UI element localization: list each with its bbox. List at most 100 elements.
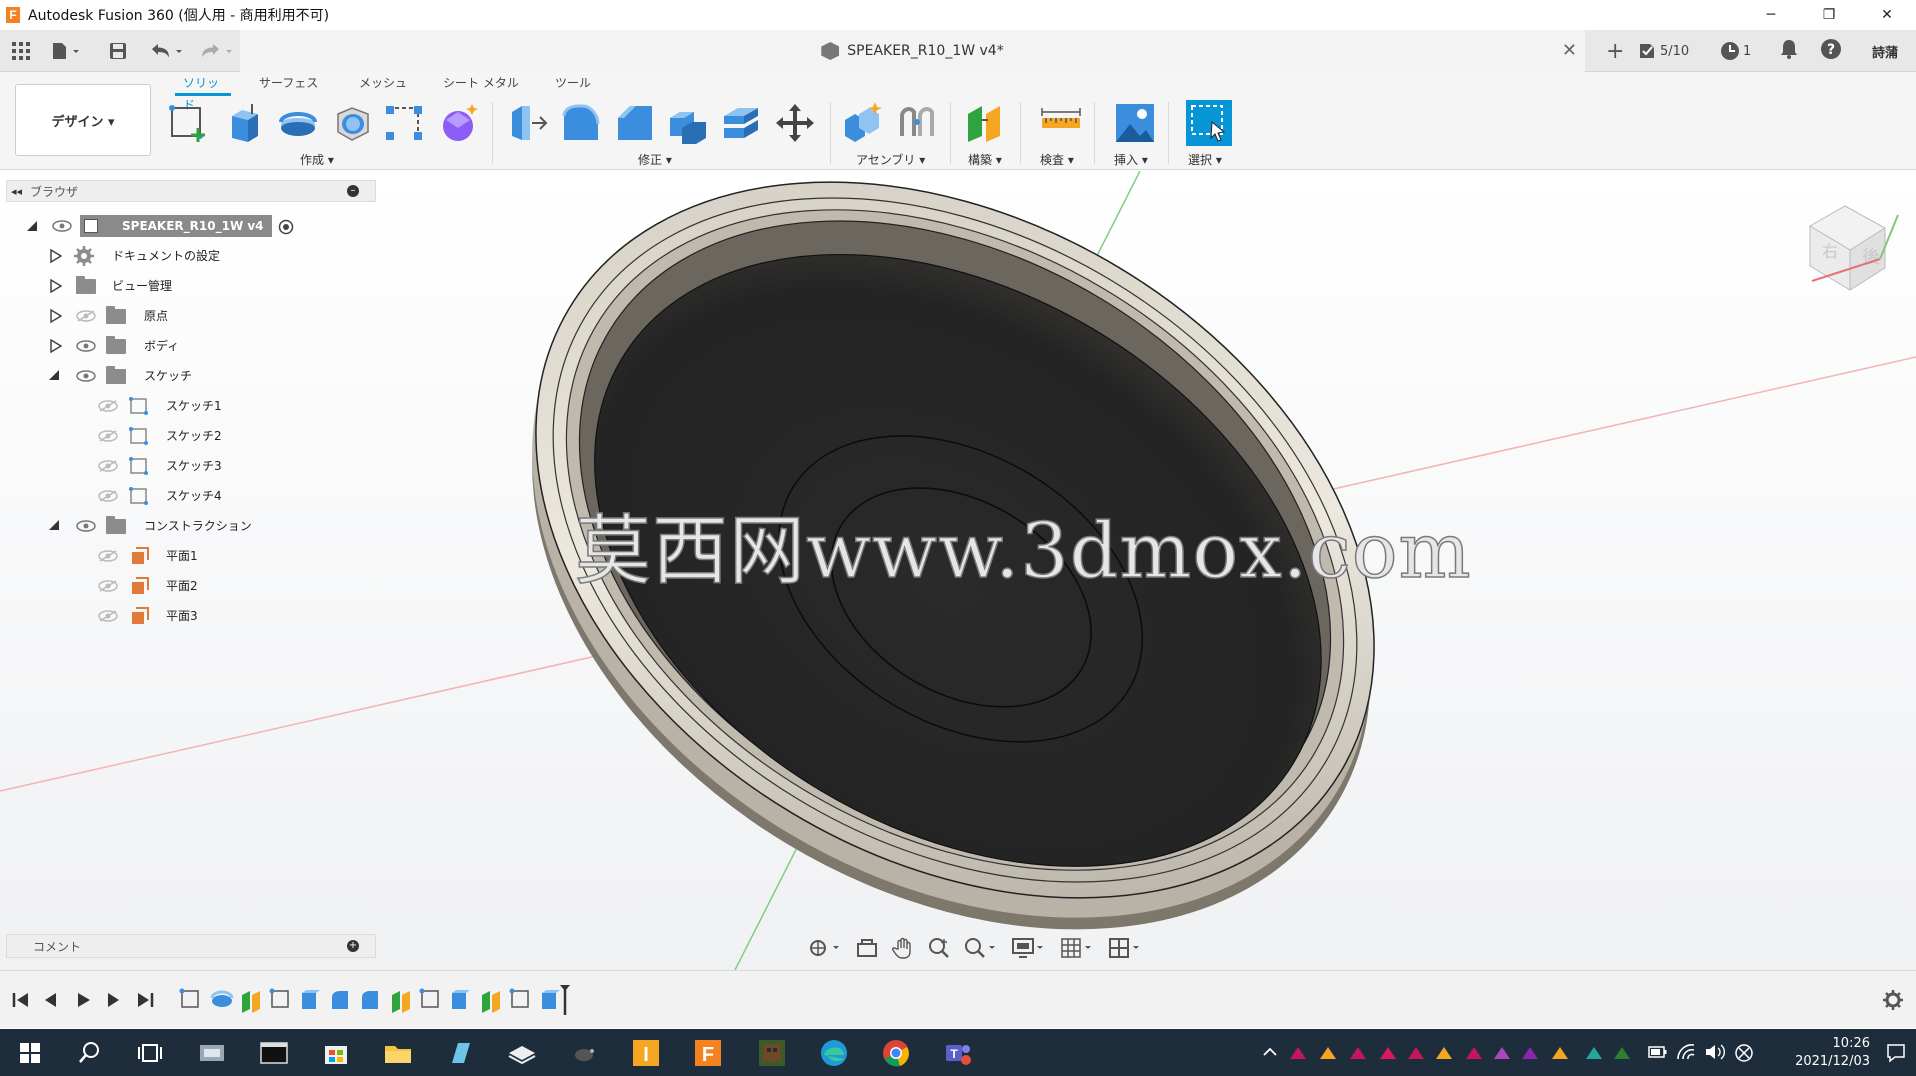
expand-triangle-icon[interactable] [50,309,62,323]
pan-hand-icon[interactable] [892,937,914,959]
browser-panel-header[interactable]: ◂◂ ブラウザ – [6,180,376,202]
step-forward-icon[interactable] [104,991,122,1009]
chrome-browser-icon[interactable] [880,1037,912,1069]
notification-center-icon[interactable] [1886,1043,1906,1063]
hidden-eye-icon[interactable] [98,610,118,622]
minimize-button[interactable]: ─ [1742,0,1800,29]
combine-icon[interactable] [666,102,708,144]
collapse-browser-icon[interactable]: – [347,185,359,197]
hidden-eye-icon[interactable] [98,550,118,562]
measure-icon[interactable] [1040,102,1082,144]
browser-item-plane-1[interactable]: 平面1 [0,541,310,569]
modify-group-label[interactable]: 修正 ▾ [638,151,672,168]
volume-icon[interactable] [1704,1043,1726,1061]
redo-icon[interactable] [196,38,236,64]
press-pull-icon[interactable] [506,102,548,144]
grid-icon[interactable] [10,38,32,64]
browser-root-row[interactable]: SPEAKER_R10_1W v4 [0,212,310,240]
timeline-features[interactable] [178,985,578,1015]
store-icon[interactable] [320,1037,352,1069]
minecraft-app-icon[interactable] [756,1037,788,1069]
go-to-end-icon[interactable] [136,991,154,1009]
terminal-icon[interactable] [258,1037,290,1069]
extrude-icon[interactable] [224,102,266,144]
orbit-icon[interactable] [808,938,842,958]
visibility-eye-icon[interactable] [76,520,96,532]
hidden-eye-icon[interactable] [98,490,118,502]
chamfer-icon[interactable] [614,102,656,144]
go-to-start-icon[interactable] [12,991,30,1009]
document-tab[interactable]: SPEAKER_R10_1W v4* ✕ [240,30,1585,72]
step-back-icon[interactable] [42,991,60,1009]
file-icon[interactable] [48,38,84,64]
file-explorer-icon[interactable] [382,1037,414,1069]
hidden-eye-icon[interactable] [98,400,118,412]
expand-triangle-icon[interactable] [50,279,62,293]
hidden-eye-icon[interactable] [98,460,118,472]
no-input-icon[interactable] [1734,1043,1754,1063]
look-at-icon[interactable] [856,938,878,958]
grid-settings-icon[interactable] [1060,937,1094,959]
teams-app-icon[interactable]: T [942,1037,974,1069]
expand-triangle-icon[interactable] [26,220,38,232]
browser-item-sketch-4[interactable]: スケッチ4 [0,481,310,509]
browser-item-sketch-2[interactable]: スケッチ2 [0,421,310,449]
browser-item-construction[interactable]: コンストラクション [0,511,310,539]
gear-icon[interactable] [1882,989,1904,1011]
hidden-eye-icon[interactable] [98,580,118,592]
shell-icon[interactable] [332,102,374,144]
restore-button[interactable]: ❐ [1800,0,1858,29]
hidden-eye-icon[interactable] [76,310,96,322]
visibility-eye-icon[interactable] [52,220,72,232]
select-icon[interactable] [1186,100,1232,146]
bell-icon[interactable] [1780,39,1798,63]
help-icon[interactable]: ? [1820,38,1842,64]
create-form-icon[interactable] [438,102,480,144]
display-settings-icon[interactable] [1012,937,1046,959]
book-app-icon[interactable] [506,1037,538,1069]
tray-icon[interactable] [1584,1043,1604,1063]
browser-item-sketches[interactable]: スケッチ [0,361,310,389]
save-icon[interactable] [106,38,130,64]
viewcube[interactable]: 後 右 [1809,205,1899,291]
offset-face-icon[interactable] [720,102,762,144]
expand-triangle-icon[interactable] [50,339,62,353]
mouse-app-icon[interactable] [568,1037,600,1069]
new-component-icon[interactable] [841,102,883,144]
visibility-eye-icon[interactable] [76,370,96,382]
select-group-label[interactable]: 選択 ▾ [1188,151,1222,168]
inspect-group-label[interactable]: 検査 ▾ [1040,151,1074,168]
edge-browser-icon[interactable] [818,1037,850,1069]
browser-item-bodies[interactable]: ボディ [0,331,310,359]
taskbar-clock[interactable]: 10:26 2021/12/03 [1780,1035,1870,1071]
tab-tools[interactable]: ツール [537,72,617,96]
play-icon[interactable] [74,991,92,1009]
undo-icon[interactable] [146,38,186,64]
close-document-button[interactable]: ✕ [1562,40,1577,61]
clock-status[interactable]: 1 [1720,41,1751,61]
search-icon[interactable] [74,1037,106,1069]
job-status[interactable]: 5/10 [1638,42,1689,60]
collapse-panel-icon[interactable]: ◂◂ [11,185,22,198]
viewports-icon[interactable] [1108,937,1142,959]
collapse-triangle-icon[interactable] [48,369,60,381]
new-tab-button[interactable]: + [1606,39,1624,64]
create-group-label[interactable]: 作成 ▾ [300,151,334,168]
insert-image-icon[interactable] [1114,102,1156,144]
add-comment-icon[interactable]: + [347,940,359,952]
hidden-eye-icon[interactable] [98,430,118,442]
activate-radio-icon[interactable] [278,219,294,235]
tab-sheet-metal[interactable]: シート メタル [425,72,537,96]
browser-item-plane-3[interactable]: 平面3 [0,601,310,629]
show-hidden-icons-icon[interactable] [1262,1045,1278,1059]
browser-item-sketch-1[interactable]: スケッチ1 [0,391,310,419]
inventor-app-icon[interactable]: I [630,1037,662,1069]
offset-plane-icon[interactable] [964,102,1006,144]
collapse-triangle-icon[interactable] [48,519,60,531]
visibility-eye-icon[interactable] [76,340,96,352]
move-icon[interactable] [774,102,816,144]
wifi-icon[interactable] [1676,1043,1696,1061]
construct-group-label[interactable]: 構築 ▾ [968,151,1002,168]
browser-item-sketch-3[interactable]: スケッチ3 [0,451,310,479]
tab-mesh[interactable]: メッシュ [341,72,425,96]
